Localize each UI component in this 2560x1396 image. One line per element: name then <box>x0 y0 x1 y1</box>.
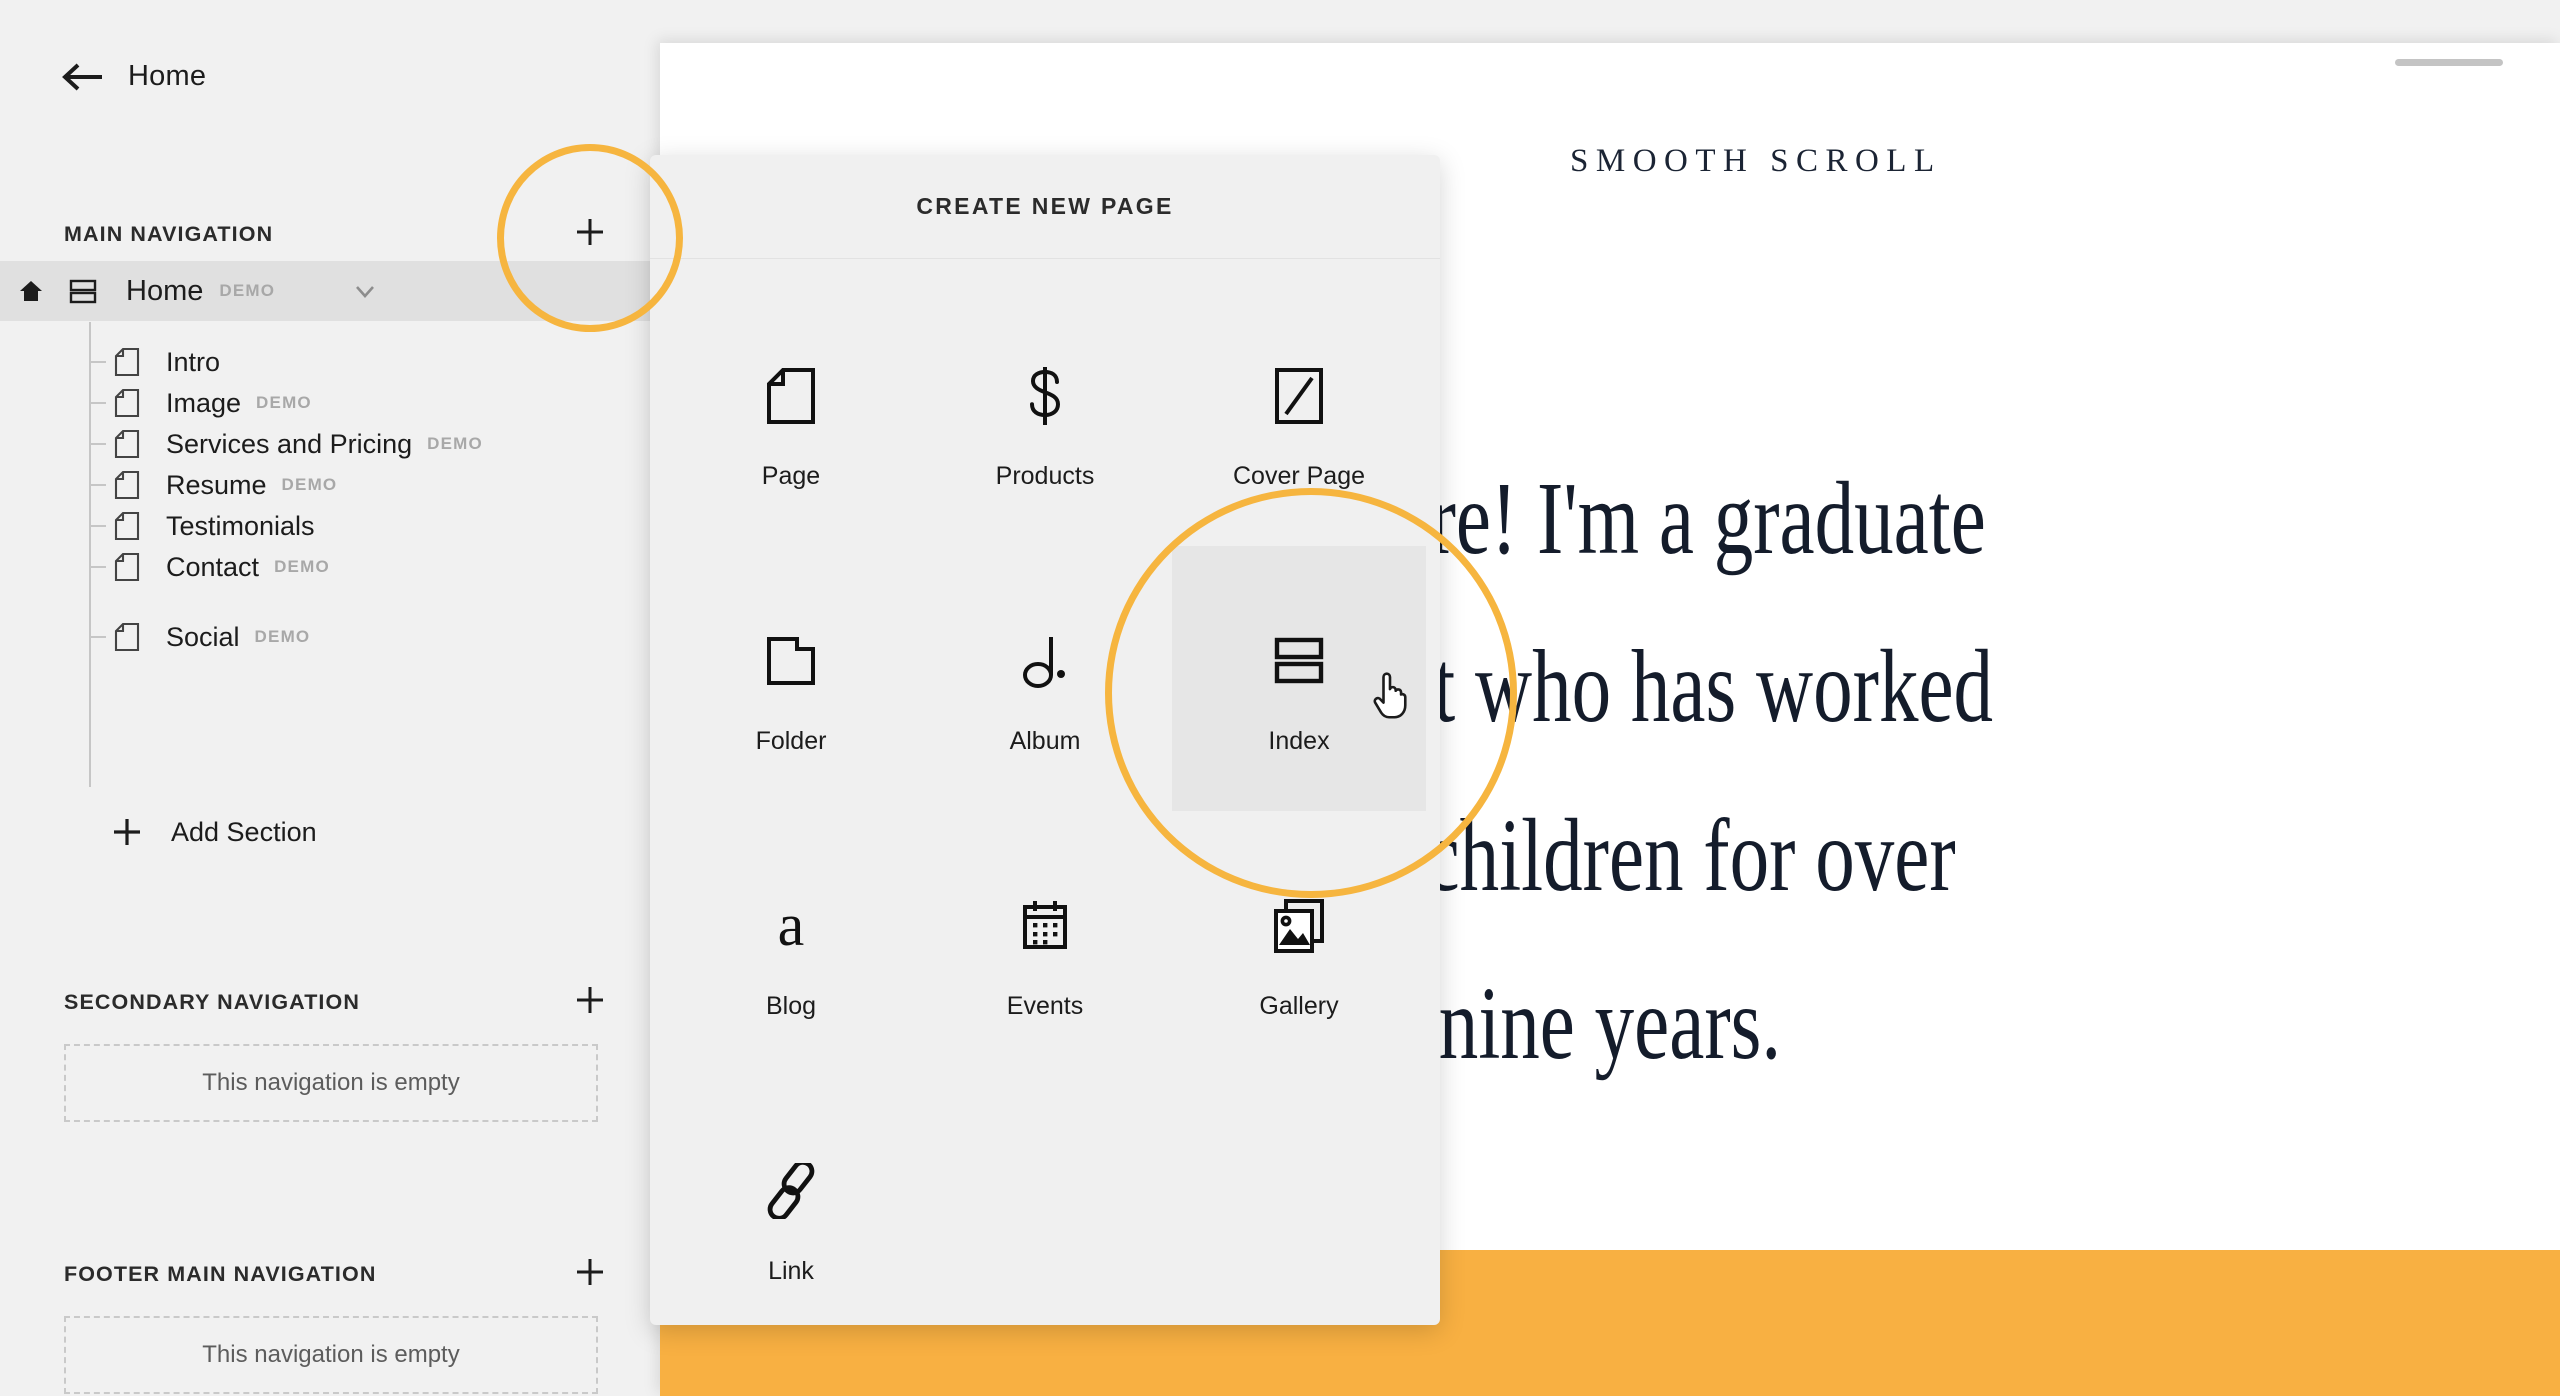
link-icon <box>764 1131 818 1251</box>
page-type-gallery[interactable]: Gallery <box>1172 811 1426 1076</box>
music-icon <box>1019 601 1071 721</box>
footer-nav-empty-dropzone[interactable]: This navigation is empty <box>64 1316 598 1394</box>
nav-item-label: Resume <box>166 469 267 500</box>
page-icon <box>114 470 140 500</box>
svg-text:a: a <box>778 895 805 957</box>
page-type-grid: Page Products Cover Page Folder Album In… <box>650 259 1440 1325</box>
page-type-label: Blog <box>765 992 817 1020</box>
index-icon <box>1273 601 1325 721</box>
page-type-label: Folder <box>755 727 827 755</box>
page-type-label: Link <box>768 1257 814 1285</box>
preview-drag-handle[interactable] <box>2395 59 2503 66</box>
page-type-folder[interactable]: Folder <box>664 546 918 811</box>
plus-icon <box>577 987 603 1013</box>
add-section-label: Add Section <box>171 816 317 847</box>
page-type-label: Products <box>995 462 1095 490</box>
page-type-page[interactable]: Page <box>664 281 918 546</box>
page-type-label: Gallery <box>1259 992 1339 1020</box>
page-type-cover-page[interactable]: Cover Page <box>1172 281 1426 546</box>
page-type-events[interactable]: Events <box>918 811 1172 1076</box>
nav-item-services-and-pricing[interactable]: Services and Pricing DEMO <box>0 423 660 465</box>
demo-badge: DEMO <box>254 627 311 646</box>
demo-badge: DEMO <box>256 393 312 412</box>
plus-icon <box>577 1259 603 1285</box>
nav-item-label: Testimonials <box>166 510 315 541</box>
page-icon <box>114 622 140 652</box>
index-icon <box>69 279 97 304</box>
nav-item-label: Image <box>166 387 242 418</box>
dollar-icon <box>1019 336 1071 456</box>
plus-icon <box>577 219 603 245</box>
secondary-nav-empty-dropzone[interactable]: This navigation is empty <box>64 1044 598 1122</box>
page-icon <box>114 388 140 418</box>
demo-badge: DEMO <box>219 281 276 300</box>
dialog-header: CREATE NEW PAGE <box>650 155 1440 259</box>
page-type-album[interactable]: Album <box>918 546 1172 811</box>
page-icon <box>114 511 140 541</box>
nav-item-label: Intro <box>166 346 221 377</box>
page-type-label: Album <box>1009 727 1081 755</box>
nav-item-contact[interactable]: Contact DEMO <box>0 546 660 588</box>
nav-item-intro[interactable]: Intro <box>0 341 660 383</box>
page-type-blog[interactable]: a Blog <box>664 811 918 1076</box>
page-icon <box>114 429 140 459</box>
nav-item-home[interactable]: Home DEMO <box>0 261 660 321</box>
app-root: Home MAIN NAVIGATION Home DEMO Intro Ima… <box>0 0 2560 1396</box>
nav-item-image[interactable]: Image DEMO <box>0 382 660 424</box>
add-secondary-nav-button[interactable] <box>567 977 613 1023</box>
blog-a-icon: a <box>765 866 817 986</box>
nav-item-label: Services and Pricing <box>166 428 413 459</box>
section-title-footer-main-navigation: FOOTER MAIN NAVIGATION <box>64 1262 377 1286</box>
nav-item-label: Social <box>166 621 240 652</box>
page-type-label: Index <box>1268 727 1330 755</box>
page-type-link[interactable]: Link <box>664 1076 918 1325</box>
create-new-page-dialog: CREATE NEW PAGE Page Products Cover Page… <box>650 155 1440 1325</box>
arrow-left-icon <box>62 63 102 90</box>
section-title-secondary-navigation: SECONDARY NAVIGATION <box>64 990 360 1014</box>
add-page-plus-button[interactable] <box>567 209 613 255</box>
demo-badge: DEMO <box>281 475 338 494</box>
page-type-index[interactable]: Index <box>1172 546 1426 811</box>
nav-item-social[interactable]: Social DEMO <box>0 616 660 658</box>
nav-item-label: Home <box>126 274 204 307</box>
add-footer-nav-button[interactable] <box>567 1249 613 1295</box>
page-type-label: Cover Page <box>1232 462 1366 490</box>
cover-icon <box>1273 336 1325 456</box>
navigation-sidebar: Home MAIN NAVIGATION Home DEMO Intro Ima… <box>0 0 660 1396</box>
section-title-main-navigation: MAIN NAVIGATION <box>64 222 274 246</box>
nav-item-resume[interactable]: Resume DEMO <box>0 464 660 506</box>
calendar-icon <box>1019 866 1071 986</box>
preview-site-title: SMOOTH SCROLL <box>1570 143 1942 179</box>
chevron-down-icon[interactable] <box>352 278 378 304</box>
demo-badge: DEMO <box>274 557 330 576</box>
page-type-products[interactable]: Products <box>918 281 1172 546</box>
empty-nav-text: This navigation is empty <box>202 1341 460 1368</box>
add-section-button[interactable]: Add Section <box>0 810 660 854</box>
nav-item-testimonials[interactable]: Testimonials <box>0 505 660 547</box>
folder-icon <box>765 601 817 721</box>
nav-item-label: Contact <box>166 551 260 582</box>
page-icon <box>114 347 140 377</box>
home-icon <box>20 281 42 301</box>
dialog-title: CREATE NEW PAGE <box>916 193 1174 219</box>
demo-badge: DEMO <box>427 434 483 453</box>
gallery-icon <box>1272 866 1326 986</box>
page-type-label: Events <box>1006 992 1084 1020</box>
back-label: Home <box>128 60 207 92</box>
empty-nav-text: This navigation is empty <box>202 1069 460 1096</box>
plus-icon <box>114 819 140 845</box>
back-to-home-button[interactable]: Home <box>62 60 206 93</box>
page-icon <box>765 336 817 456</box>
page-icon <box>114 552 140 582</box>
page-type-label: Page <box>761 462 821 490</box>
